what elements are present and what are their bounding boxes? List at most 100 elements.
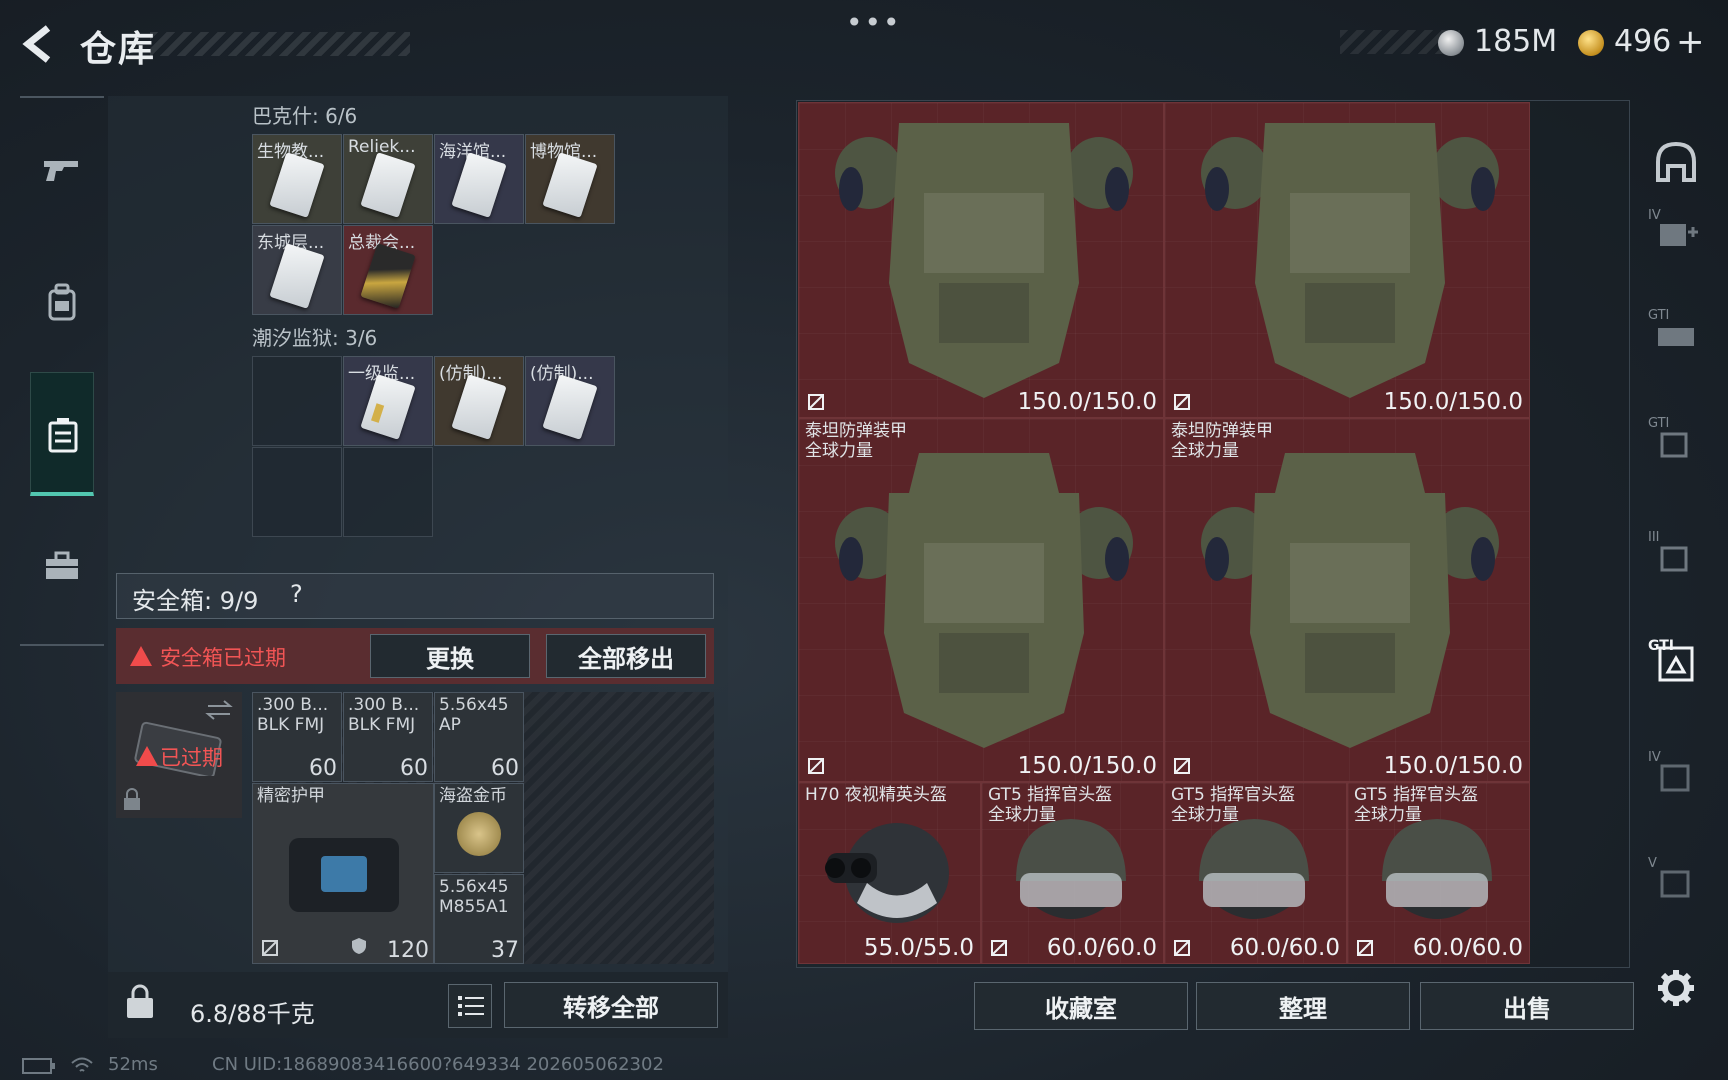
collection-slot[interactable]: 总裁会... [343, 225, 433, 315]
transfer-all-button[interactable]: 转移全部 [504, 982, 718, 1028]
safebox-capacity: 安全箱: 9/9 [132, 587, 259, 615]
item-durability: 60.0/60.0 [1046, 935, 1157, 961]
filter-gti-active[interactable]: GTI [1648, 636, 1704, 692]
warning-icon [130, 646, 152, 670]
ammo-slot[interactable]: 5.56x45 M855A1 37 [434, 874, 524, 964]
tide-prison-section-label: 潮汐监狱: 3/6 [252, 326, 378, 350]
filter-tier-4[interactable]: IV [1648, 746, 1704, 802]
commander-helmet-icon [1382, 819, 1492, 919]
item-durability: 150.0/150.0 [1383, 389, 1523, 415]
armor-value: 120 [387, 938, 429, 963]
safebox-help-button[interactable]: ? [290, 580, 303, 608]
filter-tier-3[interactable]: III [1648, 526, 1704, 582]
gold-coin-item-icon [457, 812, 501, 856]
item-name: H70 夜视精英头盔 [805, 785, 947, 805]
vest-item[interactable]: 150.0/150.0 [798, 102, 1164, 418]
filter-gti-b[interactable]: GTI [1648, 412, 1704, 468]
no-insure-icon [262, 940, 278, 956]
keycard-icon [542, 374, 598, 440]
ammo-count: 37 [491, 938, 519, 963]
nav-toolbox[interactable] [30, 534, 94, 598]
no-insure-icon [1357, 940, 1373, 956]
item-durability: 150.0/150.0 [1017, 753, 1157, 779]
collection-slot[interactable]: 博物馆... [525, 134, 615, 224]
armor-slot[interactable]: 精密护甲 120 [252, 783, 434, 964]
nav-collection[interactable] [30, 372, 94, 496]
filter-all[interactable] [1648, 134, 1704, 190]
replace-button[interactable]: 更换 [370, 634, 530, 678]
helmet-item[interactable]: GT5 指挥官头盔 全球力量 60.0/60.0 [981, 782, 1164, 964]
list-view-button[interactable] [448, 984, 492, 1028]
sell-button[interactable]: 出售 [1420, 982, 1634, 1030]
collection-room-button[interactable]: 收藏室 [974, 982, 1188, 1030]
tide-prison-grid: 一级监... (仿制)... (仿制)... [252, 356, 618, 540]
no-insure-icon [991, 940, 1007, 956]
empty-slot[interactable] [343, 447, 433, 537]
night-vision-helmet-icon [825, 823, 949, 923]
remove-all-button[interactable]: 全部移出 [546, 634, 706, 678]
gold-coin-icon [1578, 30, 1604, 56]
case-icon [48, 418, 78, 453]
item-durability: 55.0/55.0 [863, 935, 974, 961]
no-insure-icon [808, 394, 824, 410]
safebox-items-grid: .300 B... BLK FMJ 60 .300 B... BLK FMJ 60 … [252, 692, 714, 964]
vest-item[interactable]: 150.0/150.0 [1164, 102, 1530, 418]
coin-slot[interactable]: 海盗金币 [434, 783, 524, 873]
ammo-slot[interactable]: 5.56x45 AP 60 [434, 692, 524, 782]
list-icon [458, 996, 484, 1016]
collection-slot[interactable]: (仿制)... [434, 356, 524, 446]
vest-item[interactable]: 泰坦防弹装甲 全球力量 150.0/150.0 [798, 418, 1164, 782]
silver-coin-icon [1438, 30, 1464, 56]
armor-vest-icon [835, 123, 1133, 398]
user-id: CN UID:18689083416600?649334 20260506230… [212, 1054, 664, 1075]
weight-lock-icon[interactable] [124, 984, 156, 1020]
add-gold-button[interactable]: + [1676, 22, 1705, 62]
gun-icon [44, 161, 78, 181]
keycard-icon [451, 374, 507, 440]
armor-label: 精密护甲 [257, 786, 325, 806]
gold-currency-amount: 496 [1614, 24, 1672, 59]
organize-button[interactable]: 整理 [1196, 982, 1410, 1030]
filter-gti-a[interactable]: GTI [1648, 304, 1704, 360]
title-decoration [150, 32, 410, 56]
collection-slot[interactable]: 海洋馆... [434, 134, 524, 224]
gear-icon [1658, 970, 1694, 1006]
filter-tier-5[interactable]: V [1648, 852, 1704, 908]
page-title: 仓库 [80, 29, 157, 70]
ammo-count: 60 [309, 756, 337, 781]
ammo-slot[interactable]: .300 B... BLK FMJ 60 [343, 692, 433, 782]
collection-slot[interactable]: 东城层... [252, 225, 342, 315]
collection-slot[interactable]: Reliek... [343, 134, 433, 224]
safebox-expired-text: 安全箱已过期 [160, 646, 286, 670]
settings-button[interactable] [1648, 960, 1704, 1016]
vest-item[interactable]: 泰坦防弹装甲 全球力量 150.0/150.0 [1164, 418, 1530, 782]
ping-readout: 52ms [108, 1054, 158, 1075]
empty-slot[interactable] [252, 356, 342, 446]
helmet-item[interactable]: H70 夜视精英头盔 55.0/55.0 [798, 782, 981, 964]
helmet-item[interactable]: GT5 指挥官头盔 全球力量 60.0/60.0 [1164, 782, 1347, 964]
collection-slot[interactable]: 生物教... [252, 134, 342, 224]
vest-filter-icon [1660, 870, 1690, 898]
swap-icon[interactable] [204, 698, 234, 722]
armor-plate-icon [289, 838, 399, 912]
collection-slot[interactable]: (仿制)... [525, 356, 615, 446]
nav-weapons[interactable] [30, 138, 94, 202]
filter-tier-4-helmet[interactable]: IV [1648, 206, 1704, 262]
slot-label: Reliek... [348, 137, 416, 157]
nav-backpack[interactable] [30, 270, 94, 334]
item-durability: 60.0/60.0 [1412, 935, 1523, 961]
empty-slot[interactable] [252, 447, 342, 537]
back-arrow-icon[interactable] [18, 22, 62, 66]
shield-icon [352, 938, 366, 954]
toolbox-icon [46, 551, 78, 579]
item-durability: 150.0/150.0 [1383, 753, 1523, 779]
collection-slot[interactable]: 一级监... [343, 356, 433, 446]
helmet-item[interactable]: GT5 指挥官头盔 全球力量 60.0/60.0 [1347, 782, 1530, 964]
tier-label: IV [1648, 208, 1661, 223]
vest-filter-icon [1660, 546, 1688, 572]
ammo-slot[interactable]: .300 B... BLK FMJ 60 [252, 692, 342, 782]
ammo-label: .300 B... BLK FMJ [348, 695, 420, 735]
commander-helmet-icon [1199, 819, 1309, 919]
keycard-icon [269, 152, 325, 218]
more-menu-dots[interactable]: ••• [846, 6, 902, 39]
